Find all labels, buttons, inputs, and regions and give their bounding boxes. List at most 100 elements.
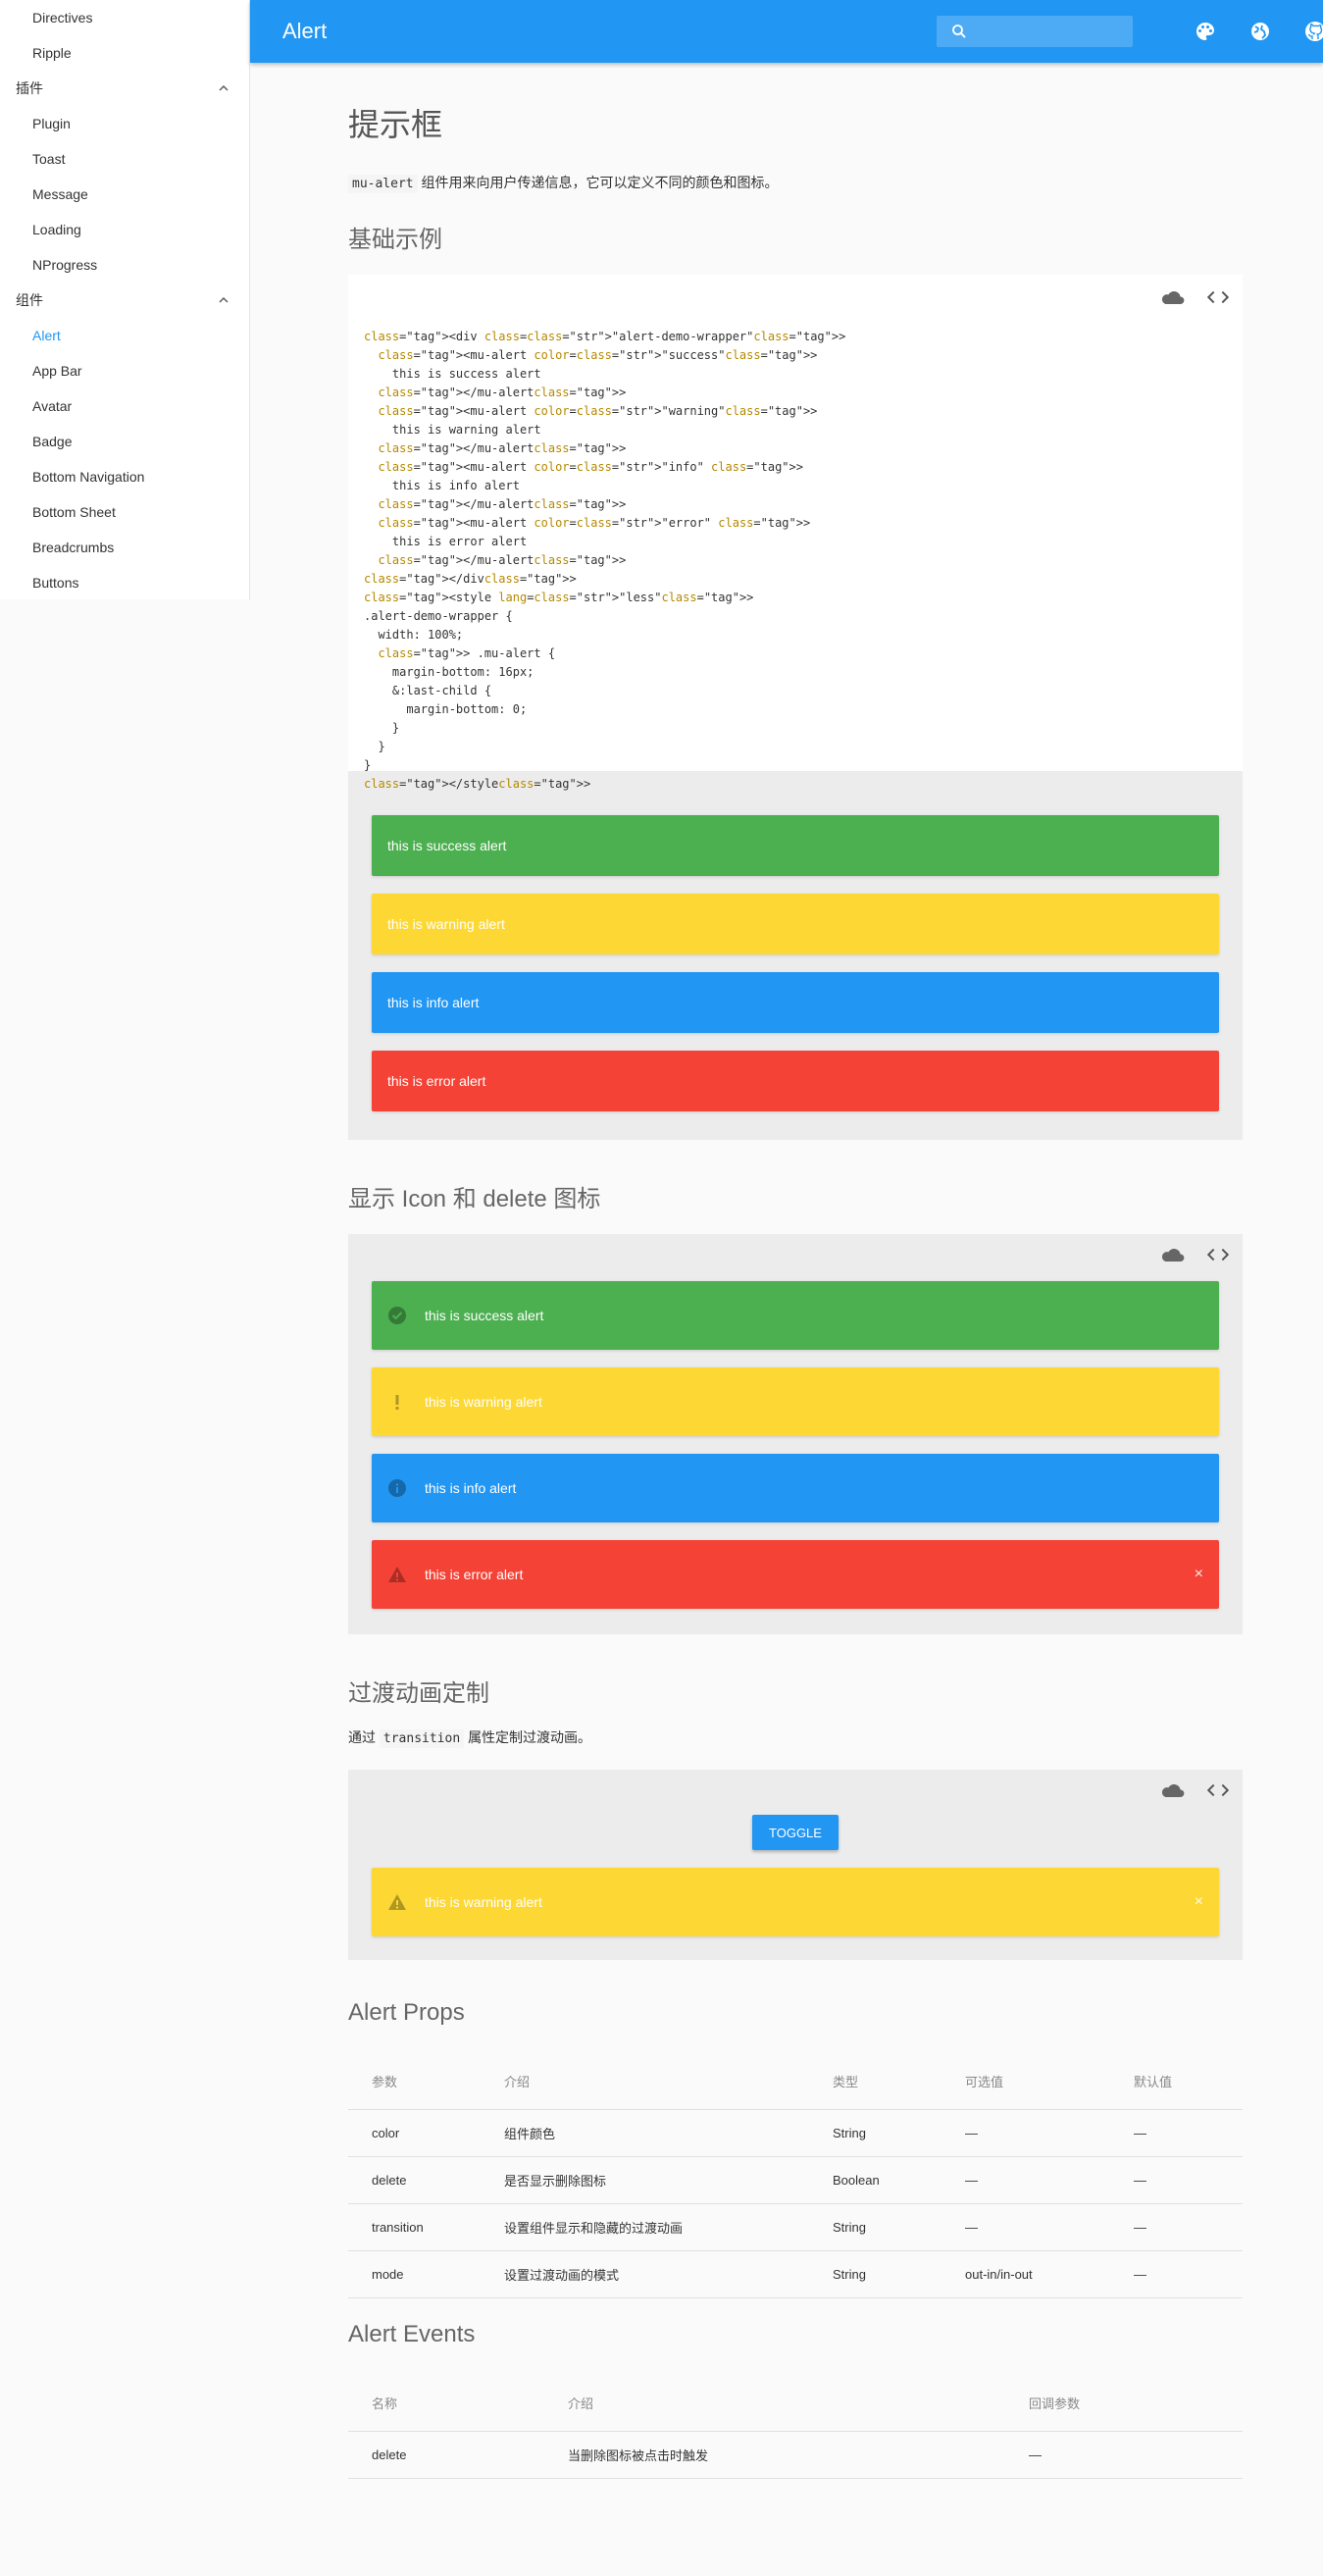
sidebar-item-directives[interactable]: Directives: [0, 0, 249, 35]
alert-success: this is success alert: [372, 815, 1219, 876]
column-header: 参数: [348, 2054, 481, 2110]
code-line: class="tag"></mu-alertclass="tag">>: [378, 497, 627, 511]
code-line: class="tag">> .mu-alert {: [378, 646, 556, 660]
table-cell: out-in/in-out: [941, 2250, 1110, 2298]
card-actions: [1160, 1246, 1231, 1263]
props-table: 参数 介绍 类型 可选值 默认值 color 组件颜色 String — — d…: [348, 2054, 1243, 2298]
alert-info: this is info alert: [372, 972, 1219, 1033]
section-heading-basic: 基础示例: [348, 227, 442, 253]
code-line: class="tag"><mu-alert color=class="str">…: [378, 516, 811, 530]
search-input[interactable]: [976, 24, 1123, 39]
column-header: 类型: [809, 2054, 941, 2110]
code-line: class="tag"><style lang=class="str">"les…: [364, 591, 754, 604]
alert-text: this is error alert: [387, 1073, 486, 1089]
code-line: class="tag"><mu-alert color=class="str">…: [378, 348, 818, 362]
inline-code: transition: [379, 1729, 465, 1748]
sidebar-item-buttons[interactable]: Buttons: [0, 565, 249, 599]
column-header: 默认值: [1110, 2054, 1243, 2110]
sidebar-item-message[interactable]: Message: [0, 177, 249, 212]
code-line: this is error alert: [364, 535, 528, 548]
code-line: &:last-child {: [364, 684, 492, 697]
code-line: class="tag"></mu-alertclass="tag">>: [378, 386, 627, 399]
code-line: }: [364, 740, 385, 753]
alert-text: this is success alert: [387, 838, 507, 853]
section-heading-transition: 过渡动画定制: [348, 1680, 489, 1707]
sidebar-item-avatar[interactable]: Avatar: [0, 388, 249, 424]
sidebar-group-plugins[interactable]: 插件: [0, 71, 249, 106]
sidebar-item-alert[interactable]: Alert: [0, 318, 249, 353]
palette-icon[interactable]: [1194, 20, 1217, 43]
table-cell: color: [348, 2109, 481, 2157]
code-icon[interactable]: [1205, 288, 1231, 306]
sidebar-item-badge[interactable]: Badge: [0, 424, 249, 459]
sidebar-item-bottom-navigation[interactable]: Bottom Navigation: [0, 459, 249, 494]
table-header-row: 名称 介绍 回调参数: [348, 2376, 1243, 2432]
alert-warning-with-icon: this is warning alert: [372, 1367, 1219, 1436]
cloud-icon[interactable]: [1160, 1781, 1186, 1799]
alert-error-with-icon: this is error alert ×: [372, 1540, 1219, 1609]
description-text: 组件用来向用户传递信息，它可以定义不同的颜色和图标。: [421, 175, 779, 190]
sidebar: Directives Ripple 插件 Plugin Toast Messag…: [0, 0, 250, 599]
warning-icon: [388, 1894, 406, 1910]
globe-icon[interactable]: [1248, 20, 1272, 43]
toggle-button[interactable]: TOGGLE: [752, 1815, 839, 1850]
close-icon[interactable]: ×: [1195, 1893, 1203, 1911]
close-icon[interactable]: ×: [1195, 1566, 1203, 1583]
code-line: this is info alert: [364, 479, 520, 492]
table-cell: 当删除图标被点击时触发: [544, 2431, 1005, 2479]
app-bar-title: Alert: [282, 19, 328, 43]
cloud-icon[interactable]: [1160, 288, 1186, 306]
sidebar-item-plugin[interactable]: Plugin: [0, 106, 249, 141]
description-suffix: 属性定制过渡动画。: [468, 1729, 592, 1745]
code-line: class="tag"></mu-alertclass="tag">>: [378, 553, 627, 567]
table-cell: mode: [348, 2250, 481, 2298]
code-line: class="tag"></styleclass="tag">>: [364, 777, 591, 791]
sidebar-item-app-bar[interactable]: App Bar: [0, 353, 249, 388]
table-cell: 组件颜色: [481, 2109, 809, 2157]
sidebar-group-components[interactable]: 组件: [0, 283, 249, 318]
code-line: class="tag"></mu-alertclass="tag">>: [378, 441, 627, 455]
table-cell: —: [941, 2109, 1110, 2157]
page-description: mu-alert 组件用来向用户传递信息，它可以定义不同的颜色和图标。: [348, 173, 779, 193]
search-box[interactable]: [937, 16, 1133, 47]
alert-text: this is warning alert: [387, 916, 505, 932]
github-icon[interactable]: [1303, 20, 1323, 43]
code-icon[interactable]: [1205, 1781, 1231, 1799]
priority-high-icon: [395, 1395, 399, 1410]
sidebar-item-nprogress[interactable]: NProgress: [0, 247, 249, 283]
info-icon: [388, 1479, 406, 1497]
alert-text: this is error alert: [425, 1567, 524, 1582]
card-actions: [1160, 288, 1231, 306]
table-cell: —: [941, 2156, 1110, 2204]
table-cell: —: [1005, 2431, 1243, 2479]
table-cell: —: [1110, 2156, 1243, 2204]
cloud-icon[interactable]: [1160, 1246, 1186, 1263]
table-cell: delete: [348, 2431, 544, 2479]
code-lines: class="tag"><div class=class="str">"aler…: [364, 328, 1227, 794]
code-line: margin-bottom: 0;: [364, 702, 528, 716]
warning-icon: [388, 1567, 406, 1582]
sidebar-item-ripple[interactable]: Ripple: [0, 35, 249, 71]
table-row: delete 是否显示删除图标 Boolean — —: [348, 2156, 1243, 2204]
alert-text: this is warning alert: [425, 1394, 542, 1410]
code-icon[interactable]: [1205, 1246, 1231, 1263]
sidebar-item-breadcrumbs[interactable]: Breadcrumbs: [0, 530, 249, 565]
sidebar-group-label: 插件: [16, 80, 43, 96]
column-header: 回调参数: [1005, 2376, 1243, 2432]
search-icon: [952, 25, 966, 38]
card-actions: [1160, 1781, 1231, 1799]
sidebar-item-bottom-sheet[interactable]: Bottom Sheet: [0, 494, 249, 530]
code-block: class="tag"><div class=class="str">"aler…: [348, 275, 1243, 791]
table-cell: delete: [348, 2156, 481, 2204]
table-cell: String: [809, 2203, 941, 2251]
table-cell: transition: [348, 2203, 481, 2251]
alert-text: this is success alert: [425, 1308, 544, 1323]
code-line: class="tag"><div class=class="str">"aler…: [364, 330, 846, 343]
code-line: class="tag"><mu-alert color=class="str">…: [378, 404, 818, 418]
table-row: color 组件颜色 String — —: [348, 2109, 1243, 2157]
table-row: mode 设置过渡动画的模式 String out-in/in-out —: [348, 2250, 1243, 2298]
sidebar-item-loading[interactable]: Loading: [0, 212, 249, 247]
sidebar-item-toast[interactable]: Toast: [0, 141, 249, 177]
code-line: class="tag"><mu-alert color=class="str">…: [378, 460, 803, 474]
inline-code: mu-alert: [348, 175, 418, 193]
